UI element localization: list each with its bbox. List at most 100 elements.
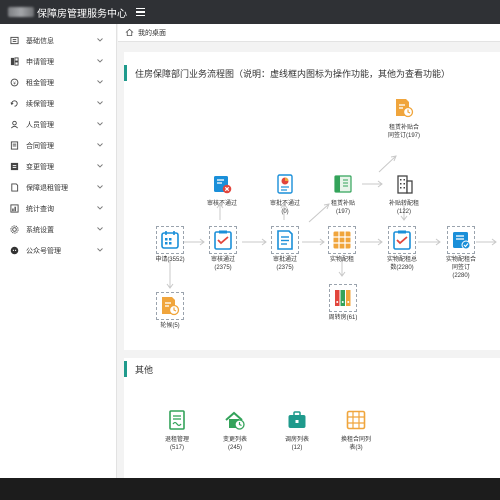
flow-node-subsidy-contract: 租赁补贴合 同签订(197) <box>382 94 426 140</box>
app-title: 保障房管理服务中心 <box>37 8 127 20</box>
signed-contract-icon <box>453 232 471 250</box>
flow-node-turnover[interactable]: 周转房(61) <box>324 284 362 322</box>
node-box <box>221 406 249 434</box>
sidebar-item-change[interactable]: 变更管理 <box>0 156 116 177</box>
chevron-down-icon <box>97 38 103 42</box>
briefcase-icon <box>288 411 306 428</box>
node-label: 审核不通过 <box>206 201 237 207</box>
reject-document-icon <box>214 176 232 194</box>
flow-node-physical-total[interactable]: 实物配租总 数(2280) <box>382 226 422 272</box>
book-icon <box>334 175 352 193</box>
node-box <box>329 170 357 198</box>
breadcrumb-label[interactable]: 我的桌面 <box>138 28 166 38</box>
settings-icon <box>10 225 19 234</box>
building-icon <box>397 175 413 194</box>
chevron-down-icon <box>97 59 103 63</box>
contract-icon <box>10 141 19 150</box>
sidebar-item-label: 保障退租管理 <box>26 184 68 192</box>
chevron-down-icon <box>97 122 103 126</box>
node-label: 租赁补贴 (197) <box>330 201 355 215</box>
main-content: 住房保障部门业务流程图（说明：虚线框内图标为操作功能，其他为查看功能） 申请(3… <box>118 42 500 478</box>
other-item-exit-rent[interactable]: 退租管理 (517) <box>158 406 196 452</box>
flow-node-wait[interactable]: 轮候(5) <box>152 292 188 330</box>
node-label: 审批不通过 (0) <box>269 201 300 215</box>
flow-node-review-fail: 审核不通过 <box>202 170 242 208</box>
sidebar-item-exit[interactable]: 保障退租管理 <box>0 177 116 198</box>
report-chart-icon <box>277 174 293 194</box>
node-label: 调房列表 (12) <box>284 437 309 451</box>
checklist-icon <box>393 230 411 250</box>
flow-node-apply[interactable]: 申请(3552) <box>152 226 188 264</box>
sidebar-item-apply[interactable]: 申请管理 <box>0 51 116 72</box>
clock-document-icon <box>396 99 414 118</box>
node-box <box>390 170 418 198</box>
other-item-lease-contract-list[interactable]: 换租合同列 表(3) <box>334 406 378 452</box>
sidebar-item-label: 申请管理 <box>26 58 54 66</box>
sidebar-item-label: 续保管理 <box>26 100 54 108</box>
renew-icon <box>10 100 18 107</box>
sidebar-item-label: 人员管理 <box>26 121 54 129</box>
flow-node-physical[interactable]: 实物配租 <box>324 226 360 264</box>
node-box <box>156 226 184 254</box>
flow-node-approve-pass[interactable]: 审批通过 (2375) <box>266 226 304 272</box>
wechat-icon <box>10 246 19 255</box>
sidebar-item-person[interactable]: 人员管理 <box>0 114 116 135</box>
other-item-room-transfer[interactable]: 调房列表 (12) <box>278 406 316 452</box>
node-label: 实物配租 <box>329 257 354 263</box>
sidebar-item-rent[interactable]: ¥ 租金管理 <box>0 72 116 93</box>
exit-icon <box>11 183 19 192</box>
app-window: 保障房管理服务中心 基础信息 申请管理 ¥ 租金管理 续保管理 人员管理 合同管… <box>0 0 500 500</box>
signed-document-icon <box>169 410 185 430</box>
coin-icon: ¥ <box>10 78 19 87</box>
node-label: 轮候(5) <box>160 323 180 329</box>
chevron-down-icon <box>97 185 103 189</box>
breadcrumb: 我的桌面 <box>118 24 500 42</box>
checklist-icon <box>214 230 232 250</box>
stats-icon <box>10 204 19 213</box>
node-box <box>163 406 191 434</box>
chevron-down-icon <box>97 227 103 231</box>
node-box <box>156 292 184 320</box>
sidebar-item-contract[interactable]: 合同管理 <box>0 135 116 156</box>
person-icon <box>11 120 18 129</box>
node-box <box>390 94 418 122</box>
node-box <box>342 406 370 434</box>
node-box <box>388 226 416 254</box>
clock-document-icon <box>162 297 180 316</box>
flow-node-physical-signed[interactable]: 实物配租合 同签订 (2280) <box>440 226 482 280</box>
menu-toggle-icon[interactable] <box>133 5 147 19</box>
node-label: 申请(3552) <box>155 257 185 263</box>
node-label: 换租合同列 表(3) <box>340 437 371 451</box>
chevron-down-icon <box>97 206 103 210</box>
sidebar-item-stats[interactable]: 统计查询 <box>0 198 116 219</box>
node-box <box>271 170 299 198</box>
chevron-down-icon <box>97 80 103 84</box>
sidebar-item-label: 租金管理 <box>26 79 54 87</box>
chevron-down-icon <box>97 143 103 147</box>
chevron-down-icon <box>97 101 103 105</box>
flow-node-approve-fail: 审批不通过 (0) <box>264 170 306 216</box>
flow-node-review-pass[interactable]: 审核通过 (2375) <box>204 226 242 272</box>
sidebar-item-wechat[interactable]: 公众号管理 <box>0 240 116 261</box>
sidebar-item-renew[interactable]: 续保管理 <box>0 93 116 114</box>
sidebar-item-label: 公众号管理 <box>26 247 61 255</box>
other-card-header: 其他 <box>124 354 500 384</box>
info-card-icon <box>10 36 19 45</box>
sidebar-item-label: 变更管理 <box>26 163 54 171</box>
svg-text:¥: ¥ <box>13 80 16 85</box>
node-box <box>271 226 299 254</box>
node-label: 实物配租合 同签订 (2280) <box>445 257 476 279</box>
node-label: 变更列表 (245) <box>222 437 247 451</box>
node-box <box>208 170 236 198</box>
binders-icon <box>335 290 351 306</box>
sidebar-item-basic-info[interactable]: 基础信息 <box>0 30 116 51</box>
flow-card: 住房保障部门业务流程图（说明：虚线框内图标为操作功能，其他为查看功能） 申请(3… <box>124 52 500 350</box>
home-icon[interactable] <box>125 28 134 37</box>
change-icon <box>10 162 19 171</box>
other-item-change-list[interactable]: 变更列表 (245) <box>216 406 254 452</box>
accent-bar <box>124 361 127 377</box>
node-box <box>328 226 356 254</box>
top-bar: 保障房管理服务中心 <box>0 0 500 24</box>
sidebar-item-settings[interactable]: 系统设置 <box>0 219 116 240</box>
sidebar-item-label: 基础信息 <box>26 37 54 45</box>
